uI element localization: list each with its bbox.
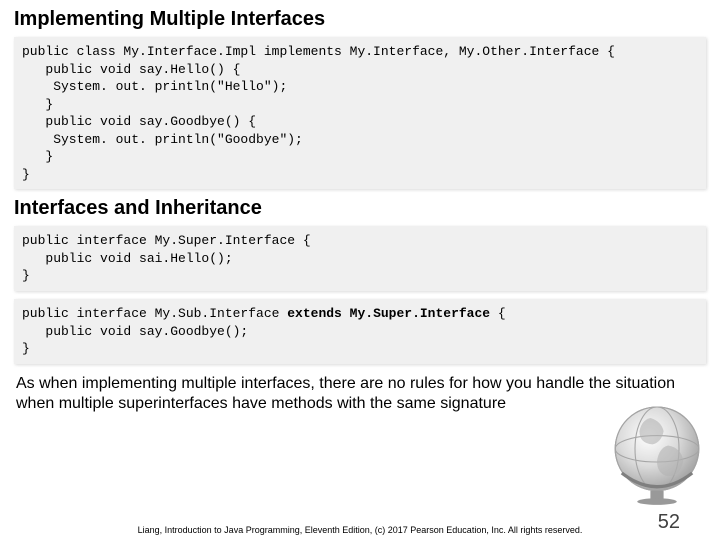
- heading-multiple-interfaces: Implementing Multiple Interfaces: [14, 8, 706, 31]
- code-line: }: [22, 268, 30, 283]
- code-line-part: My.Super.Interface: [342, 306, 490, 321]
- keyword-extends: extends: [287, 306, 342, 321]
- body-text: As when implementing multiple interfaces…: [14, 372, 706, 416]
- footer-citation: Liang, Introduction to Java Programming,…: [0, 525, 720, 536]
- code-line-part: public interface My.Sub.Interface: [22, 306, 287, 321]
- code-block-impl: public class My.Interface.Impl implement…: [14, 37, 706, 189]
- page-number: 52: [658, 511, 680, 534]
- code-line-part: {: [490, 306, 506, 321]
- code-block-super: public interface My.Super.Interface { pu…: [14, 226, 706, 291]
- code-line: }: [22, 341, 30, 356]
- code-line: public void say.Goodbye();: [22, 324, 248, 339]
- heading-inheritance: Interfaces and Inheritance: [14, 197, 706, 220]
- code-line: public interface My.Super.Interface {: [22, 233, 311, 248]
- code-block-sub: public interface My.Sub.Interface extend…: [14, 299, 706, 364]
- code-line: public void sai.Hello();: [22, 251, 233, 266]
